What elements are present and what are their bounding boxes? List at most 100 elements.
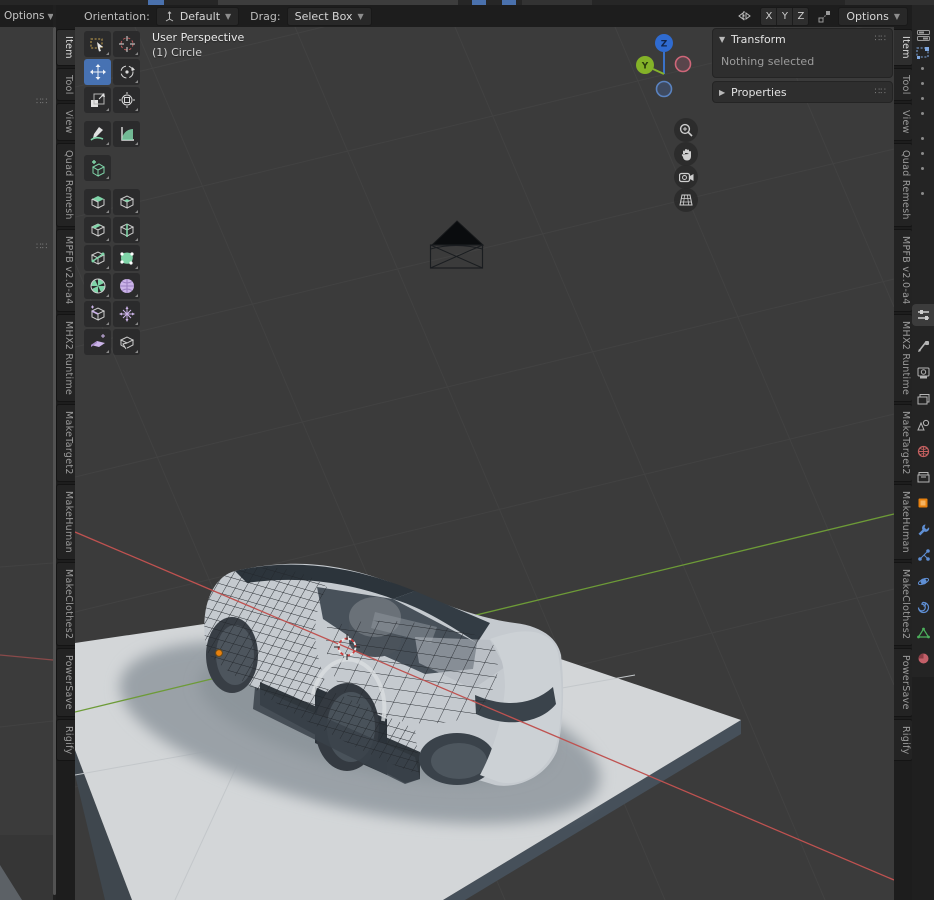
camera-view-button[interactable] <box>674 165 698 189</box>
tool-annotate[interactable] <box>84 121 111 147</box>
mirror-z-button[interactable]: Z <box>793 8 808 25</box>
properties-tab-modifiers[interactable] <box>915 521 931 537</box>
drag-dropdown[interactable]: Select Box ▼ <box>287 7 372 26</box>
perspective-toggle-button[interactable] <box>674 188 698 212</box>
tool-extrude-region[interactable] <box>84 189 111 215</box>
properties-tab-material[interactable] <box>915 650 931 666</box>
sidebar-tab-makeclothes2[interactable]: MakeClothes2 <box>894 562 913 646</box>
transform-empty-state: Nothing selected <box>713 49 892 77</box>
properties-editor-rail[interactable] <box>912 5 934 900</box>
tool-cursor[interactable] <box>113 31 140 57</box>
tool-randomize[interactable] <box>113 301 140 327</box>
panel-grip-handle[interactable]: ∷∷ <box>875 90 886 95</box>
tool-scale[interactable] <box>84 87 111 113</box>
sidebar-tab-makehuman[interactable]: MakeHuman <box>894 484 913 560</box>
tool-edge-slide[interactable] <box>84 301 111 327</box>
properties-tab-scene[interactable] <box>915 417 931 433</box>
zoom-button[interactable] <box>674 118 698 142</box>
sidebar-tab-powersave[interactable]: PowerSave <box>56 648 75 717</box>
tool-rotate[interactable] <box>113 59 140 85</box>
transform-orientation-icon <box>164 11 175 22</box>
sidebar-tab-mhx2-runtime[interactable]: MHX2 Runtime <box>894 314 913 402</box>
origin-point[interactable] <box>216 650 223 657</box>
tool-rip-region[interactable] <box>113 329 140 355</box>
3d-viewport[interactable]: User Perspective (1) Circle <box>75 27 894 900</box>
sidebar-tab-rigify[interactable]: Rigify <box>894 719 913 762</box>
sidebar-tab-quad-remesh[interactable]: Quad Remesh <box>894 143 913 227</box>
sidebar-tab-mpfb[interactable]: MPFB v2.0-a4 <box>56 229 75 312</box>
active-tool-select-box-icon[interactable] <box>915 45 931 61</box>
tool-measure[interactable] <box>113 121 140 147</box>
panel-dot <box>921 137 924 140</box>
tool-select-box[interactable] <box>84 31 111 57</box>
properties-tab-particles[interactable] <box>915 547 931 563</box>
options-value: Options <box>846 10 888 23</box>
secondary-viewport[interactable]: Options ▼ ∷∷ ∷∷ <box>0 5 53 900</box>
mirror-x-button[interactable]: X <box>761 8 777 25</box>
mini-options-dropdown[interactable]: Options <box>4 10 45 22</box>
camera[interactable] <box>431 221 484 268</box>
sidebar-tab-mhx2-runtime[interactable]: MHX2 Runtime <box>56 314 75 402</box>
sidebar-tab-makehuman[interactable]: MakeHuman <box>56 484 75 560</box>
sidebar-tab-rigify[interactable]: Rigify <box>56 719 75 762</box>
properties-panel-header[interactable]: ▶ Properties ∷∷ <box>713 82 892 102</box>
tool-loop-cut[interactable] <box>113 217 140 243</box>
pan-hand-button[interactable] <box>674 142 698 166</box>
sidebar-tab-view[interactable]: View <box>894 103 913 141</box>
tool-add-cube[interactable] <box>84 155 111 181</box>
gizmo-x-neg-axis[interactable] <box>676 57 691 72</box>
sidebar-tab-tool[interactable]: Tool <box>894 68 913 102</box>
mirror-icon[interactable] <box>735 8 755 25</box>
properties-tab-constraints[interactable] <box>915 599 931 615</box>
tool-spin[interactable] <box>84 273 111 299</box>
sidebar-tab-powersave[interactable]: PowerSave <box>894 648 913 717</box>
sidebar-tab-item[interactable]: Item <box>894 29 913 66</box>
navigation-gizmo[interactable]: Z Y <box>628 30 700 102</box>
drag-label: Drag: <box>250 10 280 23</box>
transform-panel: ▼ Transform ∷∷ Nothing selected <box>712 28 893 78</box>
tool-move[interactable] <box>84 59 111 85</box>
orientation-dropdown[interactable]: Default ▼ <box>156 7 239 26</box>
properties-tab-physics[interactable] <box>915 573 931 589</box>
properties-tab-world[interactable] <box>915 443 931 459</box>
properties-tab-tool[interactable] <box>915 307 931 323</box>
properties-panel-title: Properties <box>731 86 875 99</box>
tool-shear[interactable] <box>84 329 111 355</box>
chevron-down-icon: ▼ <box>225 12 231 21</box>
sidebar-tab-item[interactable]: Item <box>56 29 75 66</box>
properties-tab-collection[interactable] <box>915 469 931 485</box>
tool-knife[interactable] <box>84 245 111 271</box>
properties-tab-render[interactable] <box>915 338 931 354</box>
gizmo-z-neg-axis[interactable] <box>657 82 672 97</box>
orientation-value: Default <box>180 10 220 23</box>
toolbar <box>84 31 140 355</box>
x-axis-line <box>0 655 53 660</box>
transform-panel-title: Transform <box>731 33 875 46</box>
properties-tab-view-layer[interactable] <box>915 391 931 407</box>
proportional-editing-icon[interactable] <box>814 8 834 25</box>
viewport-options-dropdown[interactable]: Options ▼ <box>838 7 908 26</box>
sidebar-tab-makeclothes2[interactable]: MakeClothes2 <box>56 562 75 646</box>
tool-bevel[interactable] <box>84 217 111 243</box>
tool-smooth[interactable] <box>113 273 140 299</box>
tool-inset-faces[interactable] <box>113 189 140 215</box>
properties-tab-object-data[interactable] <box>915 625 931 641</box>
sidebar-tab-maketarget2[interactable]: MakeTarget2 <box>894 404 913 482</box>
viewport-scene <box>75 27 894 900</box>
tool-transform[interactable] <box>113 87 140 113</box>
sidebar-tab-tool[interactable]: Tool <box>56 68 75 102</box>
sidebar-tab-maketarget2[interactable]: MakeTarget2 <box>56 404 75 482</box>
panel-grip-handle[interactable]: ∷∷ <box>875 37 886 42</box>
transform-panel-header[interactable]: ▼ Transform ∷∷ <box>713 29 892 49</box>
sidebar-tab-view[interactable]: View <box>56 103 75 141</box>
editor-type-icon[interactable] <box>915 27 931 43</box>
properties-panel: ▶ Properties ∷∷ <box>712 81 893 103</box>
sidebar-tab-quad-remesh[interactable]: Quad Remesh <box>56 143 75 227</box>
mirror-y-button[interactable]: Y <box>777 8 793 25</box>
properties-tab-object[interactable] <box>915 495 931 511</box>
chevron-down-icon: ▼ <box>719 35 731 44</box>
tool-poly-build[interactable] <box>113 245 140 271</box>
chevron-down-icon: ▼ <box>357 12 363 21</box>
sidebar-tab-mpfb[interactable]: MPFB v2.0-a4 <box>894 229 913 312</box>
properties-tab-output[interactable] <box>915 365 931 381</box>
